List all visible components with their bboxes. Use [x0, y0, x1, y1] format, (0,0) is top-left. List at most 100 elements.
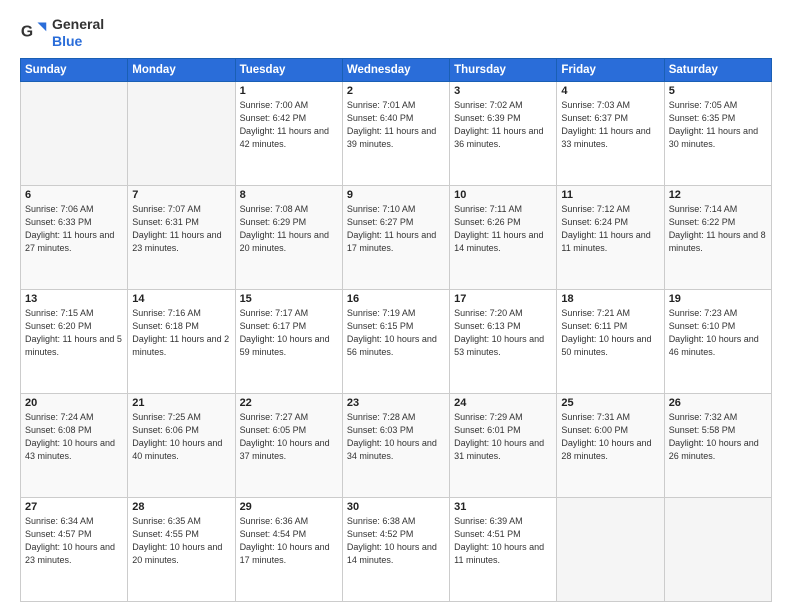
day-info: Sunrise: 7:17 AMSunset: 6:17 PMDaylight:… [240, 307, 338, 359]
day-info: Sunrise: 7:19 AMSunset: 6:15 PMDaylight:… [347, 307, 445, 359]
svg-text:G: G [21, 23, 33, 40]
day-info: Sunrise: 7:23 AMSunset: 6:10 PMDaylight:… [669, 307, 767, 359]
day-info: Sunrise: 7:06 AMSunset: 6:33 PMDaylight:… [25, 203, 123, 255]
day-number: 28 [132, 501, 230, 513]
day-info: Sunrise: 7:08 AMSunset: 6:29 PMDaylight:… [240, 203, 338, 255]
calendar-cell: 22 Sunrise: 7:27 AMSunset: 6:05 PMDayligh… [235, 393, 342, 497]
calendar-week-row: 13Sunrise: 7:15 AMSunset: 6:20 PMDayligh… [21, 289, 772, 393]
day-number: 31 [454, 501, 552, 513]
day-number: 4 [561, 85, 659, 97]
weekday-header-monday: Monday [128, 58, 235, 81]
calendar-cell: 30 Sunrise: 6:38 AMSunset: 4:52 PMDayligh… [342, 497, 449, 601]
day-number: 15 [240, 293, 338, 305]
day-info: Sunrise: 6:36 AMSunset: 4:54 PMDaylight:… [240, 515, 338, 567]
day-info: Sunrise: 7:14 AMSunset: 6:22 PMDaylight:… [669, 203, 767, 255]
logo-icon: G [20, 19, 48, 47]
calendar-cell: 25 Sunrise: 7:31 AMSunset: 6:00 PMDayligh… [557, 393, 664, 497]
day-number: 5 [669, 85, 767, 97]
day-number: 19 [669, 293, 767, 305]
logo-text: General Blue [52, 16, 104, 50]
day-number: 24 [454, 397, 552, 409]
day-number: 7 [132, 189, 230, 201]
day-info: Sunrise: 7:32 AMSunset: 5:58 PMDaylight:… [669, 411, 767, 463]
calendar-cell: 5 Sunrise: 7:05 AMSunset: 6:35 PMDaylight… [664, 81, 771, 185]
logo: G General Blue [20, 16, 104, 50]
day-number: 6 [25, 189, 123, 201]
calendar-table: SundayMondayTuesdayWednesdayThursdayFrid… [20, 58, 772, 602]
day-number: 27 [25, 501, 123, 513]
calendar-cell: 9 Sunrise: 7:10 AMSunset: 6:27 PMDaylight… [342, 185, 449, 289]
calendar-cell: 14 Sunrise: 7:16 AMSunset: 6:18 PMDayligh… [128, 289, 235, 393]
day-number: 17 [454, 293, 552, 305]
day-number: 12 [669, 189, 767, 201]
calendar-cell [557, 497, 664, 601]
day-number: 10 [454, 189, 552, 201]
calendar-cell [128, 81, 235, 185]
day-info: Sunrise: 7:25 AMSunset: 6:06 PMDaylight:… [132, 411, 230, 463]
day-info: Sunrise: 6:35 AMSunset: 4:55 PMDaylight:… [132, 515, 230, 567]
calendar-cell: 13Sunrise: 7:15 AMSunset: 6:20 PMDayligh… [21, 289, 128, 393]
calendar-cell: 6 Sunrise: 7:06 AMSunset: 6:33 PMDaylight… [21, 185, 128, 289]
day-info: Sunrise: 6:34 AMSunset: 4:57 PMDaylight:… [25, 515, 123, 567]
calendar-cell: 29 Sunrise: 6:36 AMSunset: 4:54 PMDayligh… [235, 497, 342, 601]
day-info: Sunrise: 7:03 AMSunset: 6:37 PMDaylight:… [561, 99, 659, 151]
day-number: 14 [132, 293, 230, 305]
day-info: Sunrise: 7:05 AMSunset: 6:35 PMDaylight:… [669, 99, 767, 151]
calendar-cell: 3Sunrise: 7:02 AMSunset: 6:39 PMDaylight… [450, 81, 557, 185]
calendar-week-row: 27 Sunrise: 6:34 AMSunset: 4:57 PMDayligh… [21, 497, 772, 601]
calendar-cell: 21 Sunrise: 7:25 AMSunset: 6:06 PMDayligh… [128, 393, 235, 497]
calendar-week-row: 20 Sunrise: 7:24 AMSunset: 6:08 PMDayligh… [21, 393, 772, 497]
calendar-cell: 23Sunrise: 7:28 AMSunset: 6:03 PMDayligh… [342, 393, 449, 497]
day-number: 11 [561, 189, 659, 201]
day-number: 21 [132, 397, 230, 409]
calendar-cell: 24 Sunrise: 7:29 AMSunset: 6:01 PMDayligh… [450, 393, 557, 497]
day-info: Sunrise: 7:29 AMSunset: 6:01 PMDaylight:… [454, 411, 552, 463]
weekday-header-saturday: Saturday [664, 58, 771, 81]
day-number: 25 [561, 397, 659, 409]
day-number: 1 [240, 85, 338, 97]
calendar-cell: 11 Sunrise: 7:12 AMSunset: 6:24 PMDayligh… [557, 185, 664, 289]
day-number: 26 [669, 397, 767, 409]
day-number: 20 [25, 397, 123, 409]
day-number: 30 [347, 501, 445, 513]
day-info: Sunrise: 7:24 AMSunset: 6:08 PMDaylight:… [25, 411, 123, 463]
weekday-header-wednesday: Wednesday [342, 58, 449, 81]
day-number: 13 [25, 293, 123, 305]
calendar-week-row: 1 Sunrise: 7:00 AMSunset: 6:42 PMDaylight… [21, 81, 772, 185]
day-info: Sunrise: 7:10 AMSunset: 6:27 PMDaylight:… [347, 203, 445, 255]
day-info: Sunrise: 7:12 AMSunset: 6:24 PMDaylight:… [561, 203, 659, 255]
calendar-cell: 28 Sunrise: 6:35 AMSunset: 4:55 PMDayligh… [128, 497, 235, 601]
calendar-cell: 12 Sunrise: 7:14 AMSunset: 6:22 PMDayligh… [664, 185, 771, 289]
day-info: Sunrise: 6:38 AMSunset: 4:52 PMDaylight:… [347, 515, 445, 567]
header: G General Blue [20, 16, 772, 50]
calendar-cell: 27 Sunrise: 6:34 AMSunset: 4:57 PMDayligh… [21, 497, 128, 601]
day-number: 2 [347, 85, 445, 97]
calendar-cell: 2Sunrise: 7:01 AMSunset: 6:40 PMDaylight… [342, 81, 449, 185]
day-info: Sunrise: 7:31 AMSunset: 6:00 PMDaylight:… [561, 411, 659, 463]
calendar-cell: 17 Sunrise: 7:20 AMSunset: 6:13 PMDayligh… [450, 289, 557, 393]
calendar-week-row: 6 Sunrise: 7:06 AMSunset: 6:33 PMDaylight… [21, 185, 772, 289]
day-info: Sunrise: 7:21 AMSunset: 6:11 PMDaylight:… [561, 307, 659, 359]
day-info: Sunrise: 7:11 AMSunset: 6:26 PMDaylight:… [454, 203, 552, 255]
calendar-cell: 7Sunrise: 7:07 AMSunset: 6:31 PMDaylight… [128, 185, 235, 289]
calendar-cell [21, 81, 128, 185]
page: G General Blue SundayMondayTuesdayWednes… [0, 0, 792, 612]
weekday-header-thursday: Thursday [450, 58, 557, 81]
weekday-header-friday: Friday [557, 58, 664, 81]
day-info: Sunrise: 7:00 AMSunset: 6:42 PMDaylight:… [240, 99, 338, 151]
day-info: Sunrise: 7:16 AMSunset: 6:18 PMDaylight:… [132, 307, 230, 359]
day-number: 22 [240, 397, 338, 409]
weekday-header-sunday: Sunday [21, 58, 128, 81]
day-info: Sunrise: 7:27 AMSunset: 6:05 PMDaylight:… [240, 411, 338, 463]
calendar-cell: 16 Sunrise: 7:19 AMSunset: 6:15 PMDayligh… [342, 289, 449, 393]
weekday-header-row: SundayMondayTuesdayWednesdayThursdayFrid… [21, 58, 772, 81]
day-number: 9 [347, 189, 445, 201]
day-number: 23 [347, 397, 445, 409]
day-number: 8 [240, 189, 338, 201]
day-number: 16 [347, 293, 445, 305]
day-number: 3 [454, 85, 552, 97]
day-number: 29 [240, 501, 338, 513]
calendar-cell: 1 Sunrise: 7:00 AMSunset: 6:42 PMDaylight… [235, 81, 342, 185]
calendar-cell: 10 Sunrise: 7:11 AMSunset: 6:26 PMDayligh… [450, 185, 557, 289]
day-info: Sunrise: 7:20 AMSunset: 6:13 PMDaylight:… [454, 307, 552, 359]
